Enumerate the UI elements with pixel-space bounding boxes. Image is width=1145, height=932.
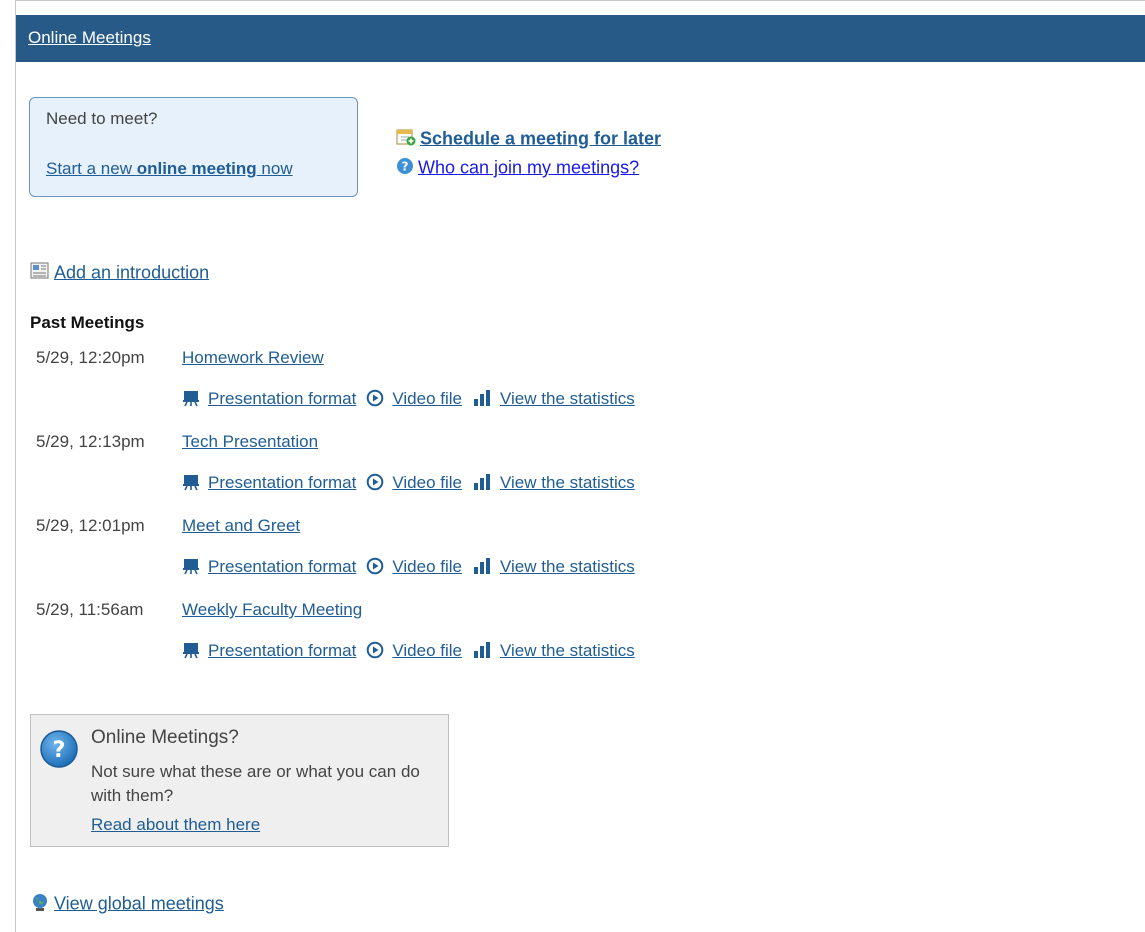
- who-can-join-row: ? Who can join my meetings?: [396, 157, 639, 180]
- calendar-add-icon: [396, 128, 416, 151]
- presentation-icon: [183, 475, 199, 491]
- meeting-title-link[interactable]: Weekly Faculty Meeting: [182, 600, 362, 620]
- svg-text:?: ?: [53, 738, 66, 763]
- view-global-meetings-link[interactable]: View global meetings: [54, 893, 224, 913]
- read-about-link[interactable]: Read about them here: [91, 815, 260, 835]
- video-file-link[interactable]: Video file: [392, 557, 462, 576]
- play-circle-icon: [367, 641, 384, 659]
- play-circle-icon: [367, 473, 384, 491]
- bar-chart-icon: [474, 642, 490, 658]
- meeting-date: 5/29, 11:56am: [36, 600, 144, 619]
- meeting-links-row: Presentation format Video file View the st…: [182, 641, 635, 661]
- help-circle-icon: ?: [396, 157, 414, 180]
- presentation-format-link[interactable]: Presentation format: [208, 473, 356, 492]
- svg-text:?: ?: [402, 160, 409, 174]
- meeting-links-row: Presentation format Video file View the st…: [182, 557, 635, 577]
- presentation-format-link[interactable]: Presentation format: [208, 389, 356, 408]
- need-to-meet-box: Need to meet? Start a new online meeting…: [29, 97, 358, 197]
- schedule-row: Schedule a meeting for later: [396, 128, 661, 151]
- add-introduction-link[interactable]: Add an introduction: [54, 262, 209, 282]
- help-box: ? Online Meetings? Not sure what these a…: [30, 714, 449, 847]
- page-header: Online Meetings: [16, 15, 1145, 62]
- start-suffix: now: [256, 159, 293, 178]
- view-statistics-link[interactable]: View the statistics: [500, 389, 635, 408]
- presentation-icon: [183, 559, 199, 575]
- video-file-link[interactable]: Video file: [392, 389, 462, 408]
- help-title: Online Meetings?: [91, 727, 239, 748]
- bar-chart-icon: [474, 390, 490, 406]
- presentation-format-link[interactable]: Presentation format: [208, 641, 356, 660]
- bar-chart-icon: [474, 474, 490, 490]
- meeting-date: 5/29, 12:20pm: [36, 348, 145, 367]
- start-prefix: Start a new: [46, 159, 137, 178]
- help-question-icon: ?: [39, 729, 79, 774]
- presentation-format-link[interactable]: Presentation format: [208, 557, 356, 576]
- meeting-date: 5/29, 12:13pm: [36, 432, 145, 451]
- presentation-icon: [183, 643, 199, 659]
- online-meetings-header-link[interactable]: Online Meetings: [28, 28, 151, 48]
- video-file-link[interactable]: Video file: [392, 473, 462, 492]
- schedule-meeting-link[interactable]: Schedule a meeting for later: [420, 128, 661, 148]
- meeting-date: 5/29, 12:01pm: [36, 516, 145, 535]
- who-can-join-link[interactable]: Who can join my meetings?: [418, 157, 639, 177]
- intro-card-icon: [30, 262, 50, 285]
- page-top-border: [15, 0, 1145, 1]
- meeting-links-row: Presentation format Video file View the st…: [182, 473, 635, 493]
- view-statistics-link[interactable]: View the statistics: [500, 641, 635, 660]
- bar-chart-icon: [474, 558, 490, 574]
- meeting-title-link[interactable]: Meet and Greet: [182, 516, 300, 536]
- meeting-links-row: Presentation format Video file View the st…: [182, 389, 635, 409]
- help-body: Not sure what these are or what you can …: [91, 762, 420, 805]
- view-statistics-link[interactable]: View the statistics: [500, 557, 635, 576]
- need-to-meet-label: Need to meet?: [46, 109, 158, 128]
- meeting-title-link[interactable]: Homework Review: [182, 348, 324, 368]
- meeting-title-link[interactable]: Tech Presentation: [182, 432, 318, 452]
- start-online-meeting-link[interactable]: Start a new online meeting now: [46, 159, 293, 179]
- start-bold: online meeting: [136, 159, 257, 178]
- globe-icon: [30, 892, 50, 917]
- presentation-icon: [183, 391, 199, 407]
- view-statistics-link[interactable]: View the statistics: [500, 473, 635, 492]
- add-intro-row: Add an introduction: [30, 262, 209, 285]
- play-circle-icon: [367, 389, 384, 407]
- global-meetings-row: View global meetings: [30, 892, 224, 917]
- play-circle-icon: [367, 557, 384, 575]
- video-file-link[interactable]: Video file: [392, 641, 462, 660]
- past-meetings-heading: Past Meetings: [30, 313, 145, 332]
